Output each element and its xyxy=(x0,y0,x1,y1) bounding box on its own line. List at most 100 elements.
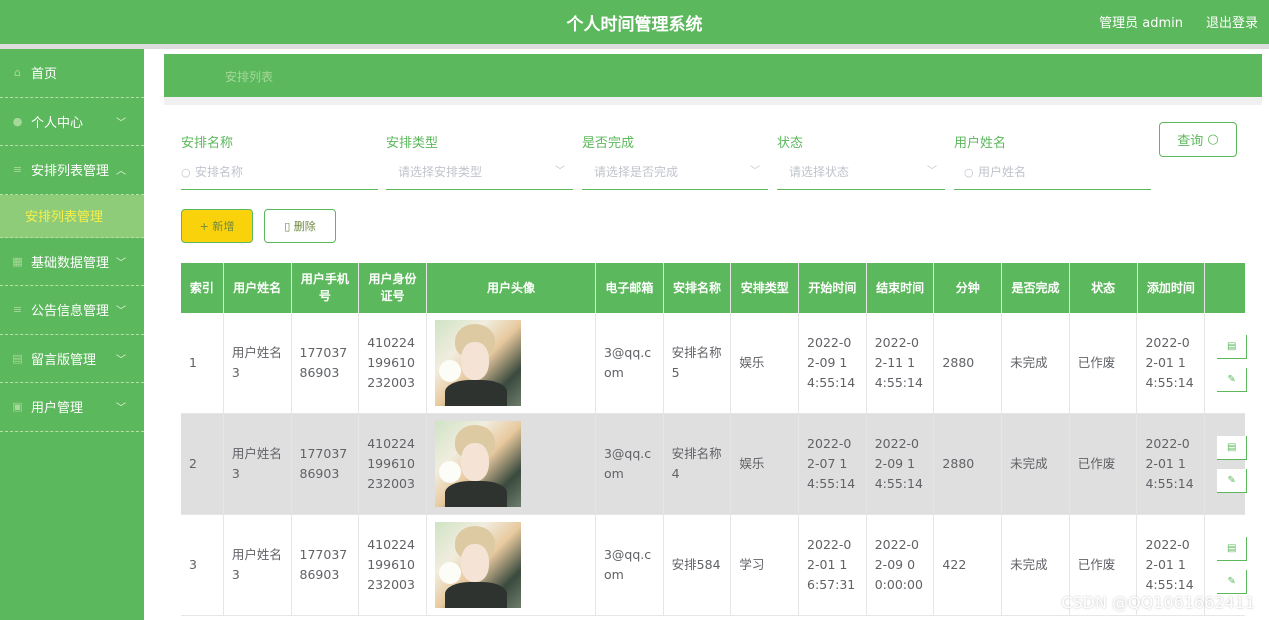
detail-button[interactable]: ▤ xyxy=(1217,537,1248,561)
app-title: 个人时间管理系统 xyxy=(566,15,703,35)
cell-user-name: 用户姓名3 xyxy=(224,515,292,615)
grid-icon: ▦ xyxy=(12,254,23,268)
column-header: 状态 xyxy=(1070,263,1138,313)
cell-index: 3 xyxy=(181,515,224,615)
cell-user-name: 用户姓名3 xyxy=(224,414,292,514)
cell-start-time: 2022-02-09 14:55:14 xyxy=(799,313,867,413)
cell-index: 1 xyxy=(181,313,224,413)
status-select[interactable]: 请选择状态 ﹀ xyxy=(777,157,945,190)
plan-type-select[interactable]: 请选择安排类型 ﹀ xyxy=(386,157,573,190)
chevron-down-icon: ﹀ xyxy=(116,354,126,366)
done-select[interactable]: 请选择是否完成 ﹀ xyxy=(582,157,768,190)
search-icon: ○ xyxy=(964,166,974,179)
column-header: 用户身份证号 xyxy=(359,263,427,313)
cell-avatar xyxy=(427,313,596,413)
detail-button[interactable]: ▤ xyxy=(1217,436,1248,460)
cell-start-time: 2022-02-01 16:57:31 xyxy=(799,515,867,615)
cell-phone: 17703786903 xyxy=(292,515,360,615)
plan-name-input[interactable]: ○ 安排名称 xyxy=(181,157,378,190)
cell-start-time: 2022-02-07 14:55:14 xyxy=(799,414,867,514)
column-header: 安排名称 xyxy=(664,263,732,313)
logout-button[interactable]: 退出登录 xyxy=(1206,12,1258,31)
sidebar-item-schedule[interactable]: ≡ 安排列表管理 ︿ xyxy=(0,146,144,195)
edit-icon: ✎ xyxy=(1227,474,1236,486)
cell-minutes: 422 xyxy=(934,515,1003,615)
cell-done: 未完成 xyxy=(1002,313,1070,413)
cell-phone: 17703786903 xyxy=(292,313,360,413)
cell-done: 未完成 xyxy=(1002,515,1070,615)
sidebar-item-users[interactable]: ▣ 用户管理 ﹀ xyxy=(0,383,144,432)
sidebar-item-messages[interactable]: ▤ 留言版管理 ﹀ xyxy=(0,335,144,383)
chevron-down-icon: ﹀ xyxy=(116,117,126,129)
cell-email: 3@qq.com xyxy=(596,313,664,413)
sidebar-item-notices[interactable]: ≡ 公告信息管理 ﹀ xyxy=(0,286,144,335)
delete-button[interactable]: ▯ 删除 xyxy=(264,209,336,243)
detail-button[interactable]: ▤ xyxy=(1217,335,1248,359)
sidebar-item-profile[interactable]: ● 个人中心 ﹀ xyxy=(0,98,144,146)
current-user: 管理员 admin xyxy=(1099,16,1183,31)
add-button[interactable]: + 新增 xyxy=(181,209,253,243)
chevron-down-icon: ﹀ xyxy=(555,166,565,177)
cell-avatar xyxy=(427,515,596,615)
search-label-user-name: 用户姓名 xyxy=(954,136,1007,151)
cell-done: 未完成 xyxy=(1002,414,1070,514)
cell-end-time: 2022-02-09 14:55:14 xyxy=(867,414,935,514)
breadcrumb-label: 安排列表 xyxy=(225,70,274,84)
table-row: 2 用户姓名3 17703786903 410224199610232003 3… xyxy=(181,414,1248,515)
column-header: 用户头像 xyxy=(427,263,597,313)
users-icon: ▣ xyxy=(12,400,23,414)
chevron-up-icon: ︿ xyxy=(116,166,126,177)
cell-status: 已作废 xyxy=(1070,313,1138,413)
query-button[interactable]: 查询 ○ xyxy=(1159,122,1237,157)
home-icon: ⌂ xyxy=(14,66,21,80)
sidebar-item-home[interactable]: ⌂ 首页 xyxy=(0,49,144,98)
edit-button[interactable]: ✎ xyxy=(1217,570,1248,594)
column-header: 开始时间 xyxy=(799,263,867,313)
cell-actions: ▤ ✎ xyxy=(1205,313,1248,413)
cell-status: 已作废 xyxy=(1070,414,1138,514)
sidebar-item-label: 公告信息管理 xyxy=(31,304,110,320)
sidebar-item-label: 用户管理 xyxy=(31,401,84,417)
main-content: 安排列表 安排名称 ○ 安排名称 安排类型 请选择安排类型 ﹀ 是否完成 请选择是… xyxy=(144,49,1269,620)
cell-plan-name: 安排名称5 xyxy=(664,313,732,413)
sidebar-item-label: 安排列表管理 xyxy=(31,164,110,180)
column-header: 安排类型 xyxy=(731,263,800,313)
cell-id-card: 410224199610232003 xyxy=(359,313,427,413)
crumb-divider xyxy=(164,97,1262,105)
schedule-table: 索引 用户姓名 用户手机号 用户身份证号 用户头像 电子邮箱 安排名称 安排类型… xyxy=(181,263,1248,616)
cell-plan-name: 安排584 xyxy=(664,515,732,615)
user-name-input[interactable]: ○ 用户姓名 xyxy=(954,157,1151,190)
cell-index: 2 xyxy=(181,414,224,514)
sidebar-item-label: 留言版管理 xyxy=(31,352,97,368)
document-icon: ▤ xyxy=(1226,441,1237,453)
chevron-down-icon: ﹀ xyxy=(750,166,760,177)
sidebar-item-label: 首页 xyxy=(31,67,58,83)
cell-user-name: 用户姓名3 xyxy=(224,313,292,413)
cell-phone: 17703786903 xyxy=(292,414,360,514)
edit-button[interactable]: ✎ xyxy=(1217,368,1248,392)
plus-icon: + xyxy=(199,219,209,233)
cell-avatar xyxy=(427,414,596,514)
column-header: 是否完成 xyxy=(1002,263,1070,313)
chevron-down-icon: ﹀ xyxy=(116,403,126,414)
cell-id-card: 410224199610232003 xyxy=(359,515,427,615)
avatar xyxy=(434,320,521,406)
watermark: CSDN @QQ1061662411 xyxy=(1061,593,1255,612)
search-label-plan-type: 安排类型 xyxy=(386,136,439,151)
chevron-down-icon: ﹀ xyxy=(927,166,937,177)
table-row: 1 用户姓名3 17703786903 410224199610232003 3… xyxy=(181,313,1248,414)
avatar xyxy=(434,522,521,608)
list-icon: ≡ xyxy=(12,303,23,317)
cell-actions: ▤ ✎ xyxy=(1205,414,1248,514)
user-icon: ● xyxy=(12,114,23,128)
sidebar-subitem-schedule[interactable]: 安排列表管理 xyxy=(0,194,144,238)
message-icon: ▤ xyxy=(12,351,23,365)
column-header: 用户姓名 xyxy=(224,263,292,313)
trash-icon: ▯ xyxy=(284,219,291,233)
table-header: 索引 用户姓名 用户手机号 用户身份证号 用户头像 电子邮箱 安排名称 安排类型… xyxy=(181,263,1245,313)
cell-plan-type: 学习 xyxy=(731,515,800,615)
cell-minutes: 2880 xyxy=(934,414,1003,514)
sidebar-item-basic-data[interactable]: ▦ 基础数据管理 ﹀ xyxy=(0,238,144,286)
edit-icon: ✎ xyxy=(1227,575,1236,587)
edit-button[interactable]: ✎ xyxy=(1217,469,1248,493)
